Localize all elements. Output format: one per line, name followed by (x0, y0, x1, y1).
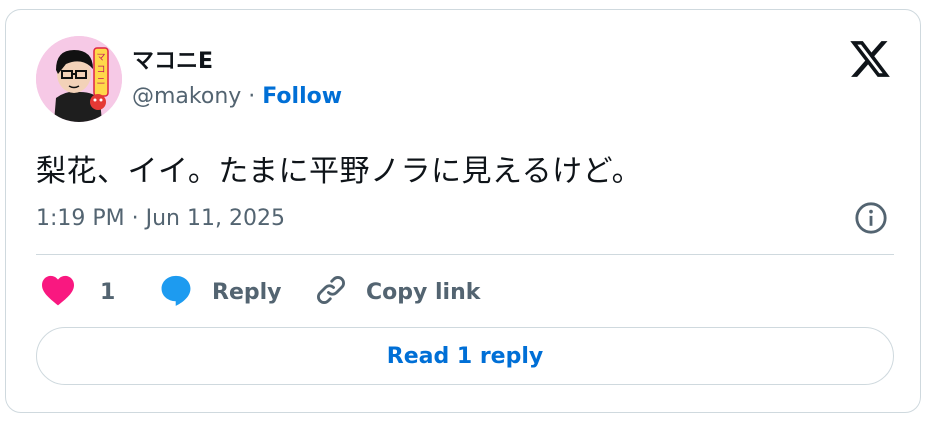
reply-label: Reply (212, 279, 282, 305)
info-icon[interactable] (854, 201, 888, 235)
like-button[interactable]: 1 (40, 274, 115, 310)
speech-bubble-icon (158, 273, 194, 311)
divider (36, 254, 894, 255)
avatar-sign-char-1: マ (96, 53, 105, 63)
copy-link-label: Copy link (366, 279, 481, 305)
handle-separator: · (248, 84, 256, 109)
author-display-name[interactable]: マコニE (132, 43, 213, 75)
author-handle[interactable]: @makony (132, 84, 241, 109)
link-icon (314, 273, 348, 311)
avatar[interactable]: マ コ ニ (36, 36, 122, 122)
avatar-sign-char-2: コ (96, 65, 105, 75)
x-logo-icon[interactable] (848, 37, 892, 81)
tweet-text: 梨花、イイ。たまに平野ノラに見えるけど。 (36, 154, 643, 189)
like-count: 1 (100, 279, 116, 305)
author-handle-row: @makony · Follow (132, 84, 342, 109)
reply-button[interactable]: Reply (158, 274, 282, 310)
avatar-sign-char-3: ニ (96, 77, 105, 87)
copy-link-button[interactable]: Copy link (314, 274, 480, 310)
tweet-timestamp[interactable]: 1:19 PM · Jun 11, 2025 (36, 206, 285, 231)
follow-link[interactable]: Follow (262, 84, 342, 109)
heart-icon (40, 274, 76, 310)
tweet-card: マ コ ニ マコニE @makony · Follow 梨花、イイ。たまに平野ノ… (5, 9, 921, 413)
read-replies-button[interactable]: Read 1 reply (36, 327, 894, 385)
avatar-illustration: マ コ ニ (36, 36, 122, 122)
